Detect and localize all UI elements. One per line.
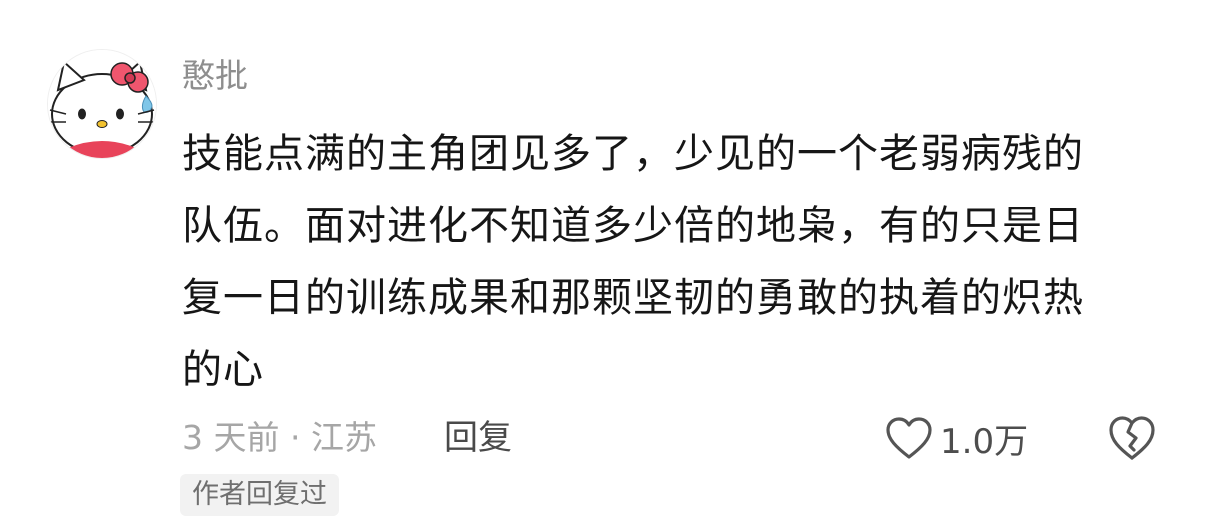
hello-kitty-icon (48, 50, 156, 158)
comment-line: 技能点满的主角团见多了，少见的一个老弱病残的 (182, 131, 1084, 177)
like-button[interactable]: 1.0万 (884, 412, 1028, 464)
username[interactable]: 憨批 (182, 54, 248, 98)
reply-button[interactable]: 回复 (444, 414, 512, 462)
comment-line: 队伍。面对进化不知道多少倍的地枭，有的只是日 (182, 203, 1084, 249)
broken-heart-icon (1109, 416, 1155, 460)
heart-outline-icon (886, 417, 932, 459)
author-replied-badge: 作者回复过 (180, 474, 339, 516)
dislike-button[interactable] (1106, 412, 1158, 464)
user-avatar[interactable] (48, 50, 156, 158)
comment-line: 的心 (182, 347, 264, 393)
comment-line: 复一日的训练成果和那颗坚韧的勇敢的执着的炽热 (182, 275, 1084, 321)
comment-item: 憨批 技能点满的主角团见多了，少见的一个老弱病残的 队伍。面对进化不知道多少倍的… (0, 0, 1206, 526)
like-count: 1.0万 (940, 421, 1029, 462)
comment-text: 技能点满的主角团见多了，少见的一个老弱病残的 队伍。面对进化不知道多少倍的地枭，… (182, 118, 1162, 406)
comment-meta: 3 天前 · 江苏 (182, 418, 377, 457)
